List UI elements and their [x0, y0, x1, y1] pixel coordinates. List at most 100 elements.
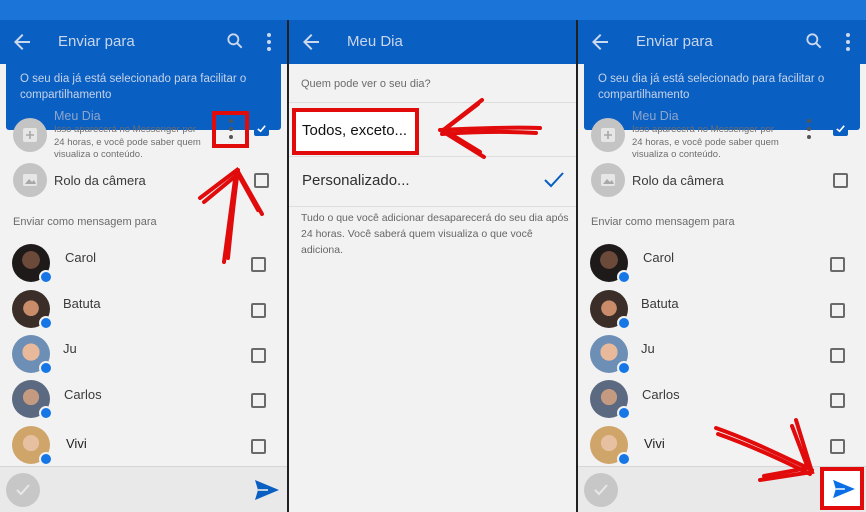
divider: [289, 206, 576, 207]
messenger-badge-icon: [617, 316, 631, 330]
contact-checkbox[interactable]: [251, 257, 266, 272]
more-vert-icon[interactable]: [261, 31, 277, 53]
send-icon[interactable]: [254, 479, 280, 501]
messenger-badge-icon: [39, 361, 53, 375]
contact-checkbox[interactable]: [251, 348, 266, 363]
page-title: Meu Dia: [347, 33, 403, 50]
highlighted-option-label: Todos, exceto...: [302, 122, 408, 139]
avatar: [12, 290, 53, 330]
story-title: Meu Dia: [54, 109, 101, 123]
contact-name: Vivi: [644, 436, 665, 451]
avatar: [590, 380, 631, 420]
contact-row[interactable]: Ju: [578, 333, 866, 377]
app-bar: Enviar para: [578, 20, 866, 64]
search-icon[interactable]: [804, 31, 824, 51]
back-arrow-icon[interactable]: [299, 30, 323, 54]
camera-roll-circle: [13, 163, 47, 197]
section-header: Enviar como mensagem para: [13, 216, 157, 228]
contact-row[interactable]: Carlos: [578, 378, 866, 422]
messenger-badge-icon: [617, 270, 631, 284]
messenger-badge-icon: [617, 361, 631, 375]
screen-send-to-right: Enviar para O seu dia já está selecionad…: [578, 20, 866, 512]
contact-row[interactable]: Batuta: [0, 288, 287, 332]
camera-roll-circle: [591, 163, 625, 197]
messenger-badge-icon: [39, 316, 53, 330]
contact-name: Ju: [63, 341, 77, 356]
check-icon: [836, 125, 845, 133]
contact-checkbox[interactable]: [830, 439, 845, 454]
screenshot-collage: Enviar para O seu dia já está selecionad…: [0, 0, 866, 512]
bottom-bar: [0, 466, 287, 512]
avatar: [12, 244, 53, 284]
avatar: [12, 380, 53, 420]
back-arrow-icon[interactable]: [588, 30, 612, 54]
status-bar: [0, 0, 866, 20]
camera-roll-row[interactable]: Rolo da câmera: [0, 163, 287, 203]
send-icon: [833, 479, 855, 499]
avatar: [590, 335, 631, 375]
avatar: [590, 290, 631, 330]
contact-row[interactable]: Carol: [0, 242, 287, 286]
screen-my-day-privacy: Meu Dia Quem pode ver o seu dia? Todos, …: [289, 20, 576, 512]
contact-name: Carol: [65, 250, 97, 265]
messenger-badge-icon: [39, 452, 53, 466]
story-title: Meu Dia: [632, 109, 679, 123]
avatar: [12, 335, 53, 375]
contact-name: Carlos: [642, 387, 680, 402]
check-icon: [594, 484, 608, 496]
add-photo-icon: [23, 128, 37, 142]
done-button[interactable]: [584, 473, 618, 507]
contact-name: Carol: [643, 250, 675, 265]
contact-checkbox[interactable]: [830, 303, 845, 318]
avatar: [12, 426, 53, 466]
contact-row[interactable]: Vivi: [0, 424, 287, 468]
messenger-badge-icon: [39, 406, 53, 420]
camera-roll-label: Rolo da câmera: [632, 173, 724, 188]
back-arrow-icon[interactable]: [10, 30, 34, 54]
check-icon: [16, 484, 30, 496]
story-description: Isso aparecerá no Messenger por 24 horas…: [632, 124, 779, 160]
check-icon: [544, 172, 564, 188]
contact-row[interactable]: Carlos: [0, 378, 287, 422]
messenger-badge-icon: [39, 270, 53, 284]
camera-roll-label: Rolo da câmera: [54, 173, 146, 188]
contact-checkbox[interactable]: [830, 348, 845, 363]
story-checkbox[interactable]: [833, 121, 848, 136]
story-checkbox[interactable]: [254, 121, 269, 136]
story-row[interactable]: Meu Dia Isso aparecerá no Messenger por …: [578, 109, 866, 162]
contact-row[interactable]: Ju: [0, 333, 287, 377]
screen-send-to-left: Enviar para O seu dia já está selecionad…: [0, 20, 287, 512]
gallery-icon: [23, 174, 37, 186]
contact-checkbox[interactable]: [830, 393, 845, 408]
camera-roll-row[interactable]: Rolo da câmera: [578, 163, 866, 203]
option-custom[interactable]: Personalizado...: [289, 156, 576, 204]
app-bar: Enviar para: [0, 20, 287, 64]
option-label: Personalizado...: [302, 172, 410, 189]
contact-checkbox[interactable]: [830, 257, 845, 272]
page-title: Enviar para: [58, 33, 135, 50]
messenger-badge-icon: [617, 406, 631, 420]
contact-checkbox[interactable]: [251, 393, 266, 408]
story-description: Isso aparecerá no Messenger por 24 horas…: [54, 124, 201, 160]
gallery-icon: [601, 174, 615, 186]
contact-row[interactable]: Batuta: [578, 288, 866, 332]
highlight-box-everyone-except: Todos, exceto...: [292, 108, 419, 155]
done-button[interactable]: [6, 473, 40, 507]
contact-row[interactable]: Vivi: [578, 424, 866, 468]
app-bar: Meu Dia: [289, 20, 576, 64]
contact-row[interactable]: Carol: [578, 242, 866, 286]
camera-roll-checkbox[interactable]: [833, 173, 848, 188]
page-title: Enviar para: [636, 33, 713, 50]
add-story-circle: [13, 118, 47, 152]
story-options-icon[interactable]: [804, 116, 814, 142]
camera-roll-checkbox[interactable]: [254, 173, 269, 188]
check-icon: [257, 125, 266, 133]
search-icon[interactable]: [225, 31, 245, 51]
section-header: Enviar como mensagem para: [591, 216, 735, 228]
contact-checkbox[interactable]: [251, 303, 266, 318]
more-vert-icon[interactable]: [840, 31, 856, 53]
contact-name: Batuta: [63, 296, 101, 311]
avatar: [590, 426, 631, 466]
contact-name: Ju: [641, 341, 655, 356]
contact-checkbox[interactable]: [251, 439, 266, 454]
